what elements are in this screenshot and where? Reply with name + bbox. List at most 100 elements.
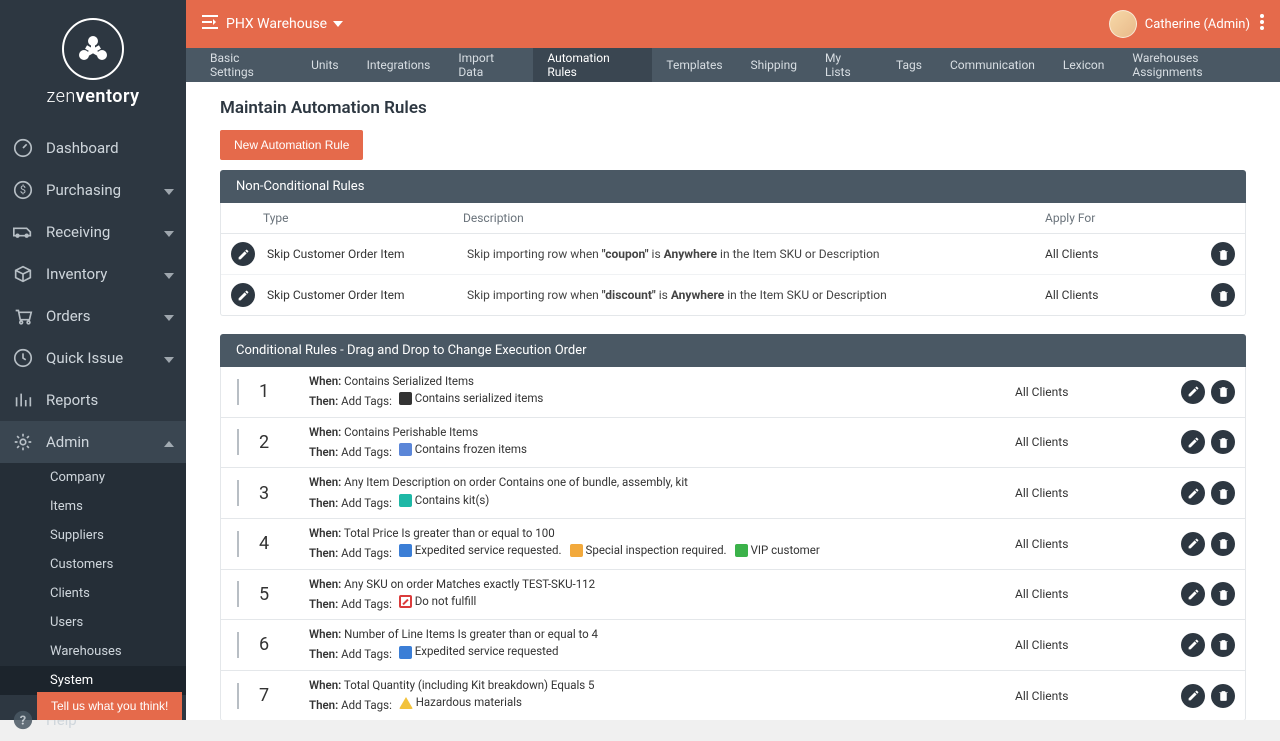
chevron-down-icon: [164, 349, 174, 367]
ti-no-icon: [399, 595, 412, 608]
nav-item-admin[interactable]: Admin: [0, 421, 186, 463]
nav-item-quick-issue[interactable]: Quick Issue: [0, 337, 186, 379]
nav-item-inventory[interactable]: Inventory: [0, 253, 186, 295]
tab-integrations[interactable]: Integrations: [353, 48, 445, 82]
edit-button[interactable]: [1181, 684, 1205, 708]
warehouse-label: PHX Warehouse: [226, 16, 327, 32]
subnav-item-customers[interactable]: Customers: [0, 550, 186, 579]
user-name: Catherine (Admin): [1145, 17, 1250, 32]
tab-communication[interactable]: Communication: [936, 48, 1049, 82]
nav-item-receiving[interactable]: Receiving: [0, 211, 186, 253]
warehouse-selector[interactable]: PHX Warehouse: [226, 16, 343, 32]
subnav-item-system[interactable]: System: [0, 666, 186, 695]
subnav-item-clients[interactable]: Clients: [0, 579, 186, 608]
cond-row: 6When: Number of Line Items Is greater t…: [221, 620, 1245, 671]
nav-item-dashboard[interactable]: Dashboard: [0, 127, 186, 169]
tab-import-data[interactable]: Import Data: [444, 48, 533, 82]
cond-body: When: Contains Perishable ItemsThen: Add…: [309, 424, 1015, 462]
delete-button[interactable]: [1211, 283, 1235, 307]
delete-button[interactable]: [1211, 684, 1235, 708]
delete-button[interactable]: [1211, 430, 1235, 454]
drag-handle[interactable]: [237, 683, 239, 709]
logo-icon: [62, 18, 124, 80]
nav-item-reports[interactable]: Reports: [0, 379, 186, 421]
nc-row: Skip Customer Order ItemSkip importing r…: [221, 275, 1245, 315]
tab-templates[interactable]: Templates: [652, 48, 736, 82]
delete-button[interactable]: [1211, 242, 1235, 266]
nc-table: Type Description Apply For Skip Customer…: [220, 203, 1246, 316]
nc-type: Skip Customer Order Item: [267, 288, 467, 302]
cond-apply-for: All Clients: [1015, 689, 1155, 703]
cond-apply-for: All Clients: [1015, 435, 1155, 449]
edit-button[interactable]: [231, 283, 255, 307]
subnav-item-users[interactable]: Users: [0, 608, 186, 637]
ti-box-icon: [399, 494, 412, 507]
drag-handle[interactable]: [237, 581, 239, 607]
delete-button[interactable]: [1211, 532, 1235, 556]
sidebar-toggle-icon[interactable]: [202, 15, 218, 33]
avatar[interactable]: [1109, 10, 1137, 38]
tag-chip: Special inspection required.: [570, 542, 727, 559]
delete-button[interactable]: [1211, 481, 1235, 505]
cond-apply-for: All Clients: [1015, 385, 1155, 399]
main-nav: Dashboard $PurchasingReceivingInventoryOr…: [0, 127, 186, 741]
cond-body: When: Total Price Is greater than or equ…: [309, 525, 1015, 563]
ti-plane-icon: [399, 646, 412, 659]
delete-button[interactable]: [1211, 582, 1235, 606]
drag-handle[interactable]: [237, 429, 239, 455]
order-number: 3: [259, 483, 309, 504]
subnav-item-items[interactable]: Items: [0, 492, 186, 521]
nav-item-orders[interactable]: Orders: [0, 295, 186, 337]
edit-button[interactable]: [1181, 380, 1205, 404]
brand-text: zenventory: [0, 86, 186, 107]
subnav-item-suppliers[interactable]: Suppliers: [0, 521, 186, 550]
subnav-item-warehouses[interactable]: Warehouses: [0, 637, 186, 666]
edit-button[interactable]: [1181, 481, 1205, 505]
edit-button[interactable]: [231, 242, 255, 266]
receiving-icon: [10, 219, 36, 245]
nav-label: Quick Issue: [46, 349, 123, 367]
cond-body: When: Any Item Description on order Cont…: [309, 474, 1015, 512]
tab-tags[interactable]: Tags: [882, 48, 936, 82]
order-number: 5: [259, 584, 309, 605]
tab-my-lists[interactable]: My Lists: [811, 48, 882, 82]
tab-warehouses-assignments[interactable]: Warehouses Assignments: [1118, 48, 1280, 82]
chevron-up-icon: [164, 433, 174, 451]
new-rule-button[interactable]: New Automation Rule: [220, 130, 363, 160]
drag-handle[interactable]: [237, 379, 239, 405]
edit-button[interactable]: [1181, 430, 1205, 454]
order-number: 7: [259, 685, 309, 706]
topbar: PHX Warehouse Catherine (Admin): [186, 0, 1280, 48]
nav-label: Dashboard: [46, 139, 119, 157]
edit-button[interactable]: [1181, 532, 1205, 556]
drag-handle[interactable]: [237, 531, 239, 557]
nc-apply-for: All Clients: [1045, 247, 1185, 261]
tab-automation-rules[interactable]: Automation Rules: [533, 48, 652, 82]
tab-lexicon[interactable]: Lexicon: [1049, 48, 1118, 82]
col-description: Description: [463, 211, 1045, 225]
cond-row: 3When: Any Item Description on order Con…: [221, 468, 1245, 519]
tab-shipping[interactable]: Shipping: [737, 48, 811, 82]
order-number: 6: [259, 634, 309, 655]
tab-basic-settings[interactable]: Basic Settings: [196, 48, 297, 82]
drag-handle[interactable]: [237, 632, 239, 658]
page-title: Maintain Automation Rules: [220, 98, 1246, 118]
nav-item-purchasing[interactable]: $Purchasing: [0, 169, 186, 211]
user-menu-icon[interactable]: [1260, 14, 1264, 34]
edit-button[interactable]: [1181, 582, 1205, 606]
cond-apply-for: All Clients: [1015, 537, 1155, 551]
svg-text:$: $: [20, 184, 26, 197]
feedback-button[interactable]: Tell us what you think!: [37, 692, 182, 720]
tag-chip: Contains frozen items: [399, 441, 527, 458]
inventory-icon: [10, 261, 36, 287]
delete-button[interactable]: [1211, 380, 1235, 404]
edit-button[interactable]: [1181, 633, 1205, 657]
drag-handle[interactable]: [237, 480, 239, 506]
tab-units[interactable]: Units: [297, 48, 352, 82]
admin-icon: [10, 429, 36, 455]
cond-row: 4When: Total Price Is greater than or eq…: [221, 519, 1245, 570]
cond-table: 1When: Contains Serialized ItemsThen: Ad…: [220, 367, 1246, 720]
cond-row: 1When: Contains Serialized ItemsThen: Ad…: [221, 367, 1245, 418]
subnav-item-company[interactable]: Company: [0, 463, 186, 492]
delete-button[interactable]: [1211, 633, 1235, 657]
